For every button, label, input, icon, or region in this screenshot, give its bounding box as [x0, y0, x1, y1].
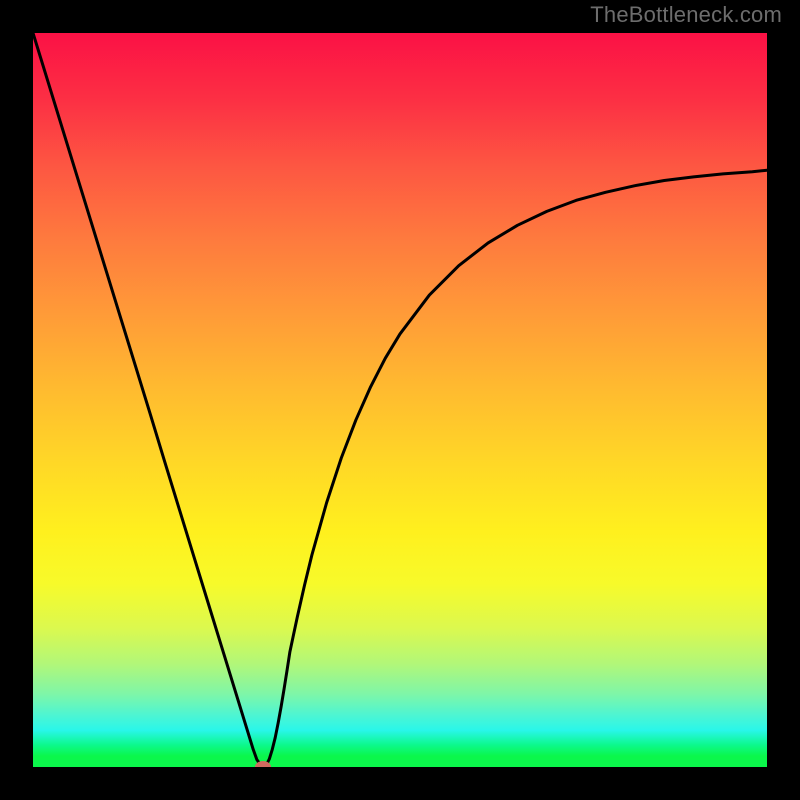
chart-frame: TheBottleneck.com — [0, 0, 800, 800]
watermark-text: TheBottleneck.com — [590, 2, 782, 28]
minimum-marker — [255, 761, 271, 767]
plot-area — [33, 33, 767, 767]
bottleneck-curve — [33, 33, 767, 767]
